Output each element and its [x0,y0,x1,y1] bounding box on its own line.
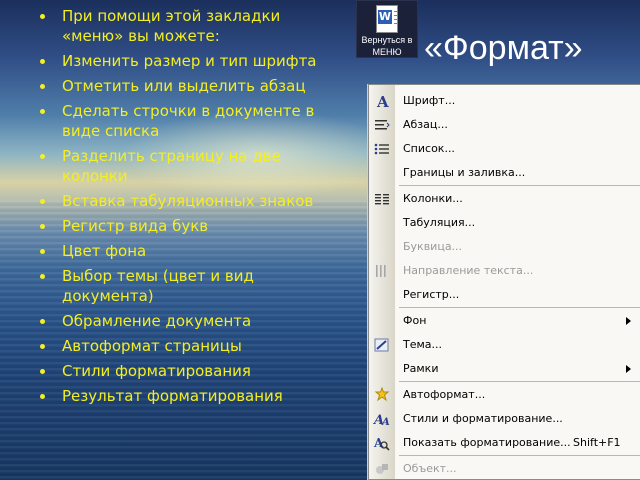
bullet-item: Стили форматирования [38,361,338,381]
bullet-dot [40,109,45,114]
menu-item-paragraph[interactable]: Абзац... [369,113,640,137]
paragraph-icon [373,117,391,133]
bullet-dot [40,344,45,349]
autoformat-icon [373,386,391,403]
menu-item-borders-shading[interactable]: Границы и заливка... [369,161,640,185]
svg-text:A: A [381,417,390,427]
bullet-dot [40,84,45,89]
menu-item-text-direction[interactable]: Направление текста... [369,259,640,283]
menu-item-theme[interactable]: Тема... [369,333,640,357]
menu-separator [399,307,640,308]
bullet-dot [40,224,45,229]
theme-icon [373,337,391,353]
bullet-item: Разделить страницу на две колонки [38,146,338,186]
bullet-item: Сделать строчки в документе в виде списк… [38,101,338,141]
menu-separator [399,455,640,456]
bullet-dot [40,14,45,19]
list-icon [373,141,391,157]
bullet-item: Обрамление документа [38,311,338,331]
menu-item-columns[interactable]: Колонки... [369,187,640,211]
bullet-item: Отметить или выделить абзац [38,76,338,96]
bullet-item: Выбор темы (цвет и вид документа) [38,266,338,306]
reveal-formatting-icon: A [373,435,391,451]
bullet-dot [40,249,45,254]
menu-item-reveal-formatting[interactable]: A Показать форматирование... Shift+F1 [369,431,640,455]
menu-item-styles-formatting[interactable]: AA Стили и форматирование... [369,407,640,431]
format-menu: A Шрифт... Абзац... Список... Границы и … [368,84,640,480]
word-document-icon: W [376,5,398,33]
menu-item-object[interactable]: Объект... [369,457,640,479]
bullet-list: При помощи этой закладки «меню» вы может… [38,6,338,411]
bullet-item: Результат форматирования [38,386,338,406]
menu-item-background[interactable]: Фон [369,309,640,333]
bullet-dot [40,394,45,399]
bullet-item: Изменить размер и тип шрифта [38,51,338,71]
menu-item-font[interactable]: A Шрифт... [369,89,640,113]
back-to-menu-button[interactable]: W Вернуться в МЕНЮ [356,0,418,58]
back-button-label-line2: МЕНЮ [372,47,402,57]
bullet-dot [40,154,45,159]
menu-item-frames[interactable]: Рамки [369,357,640,381]
menu-separator [399,185,640,186]
menu-item-autoformat[interactable]: Автоформат... [369,383,640,407]
menu-item-tabs[interactable]: Табуляция... [369,211,640,235]
svg-text:A: A [376,93,389,109]
submenu-arrow-icon [626,317,631,325]
bullet-dot [40,59,45,64]
bullet-item: Автоформат страницы [38,336,338,356]
columns-icon [373,191,391,207]
bullet-item: Регистр вида букв [38,216,338,236]
bullet-item: Цвет фона [38,241,338,261]
menu-item-drop-cap[interactable]: Буквица... [369,235,640,259]
menu-item-list[interactable]: Список... [369,137,640,161]
submenu-arrow-icon [626,365,631,373]
styles-icon: AA [372,411,391,428]
menu-item-change-case[interactable]: Регистр... [369,283,640,307]
bullet-dot [40,369,45,374]
bullet-item: При помощи этой закладки «меню» вы может… [38,6,338,46]
bullet-item: Вставка табуляционных знаков [38,191,338,211]
page-title: «Формат» [424,29,583,67]
bullet-dot [40,274,45,279]
shortcut-label: Shift+F1 [573,436,621,449]
object-icon [373,461,391,477]
font-icon: A [373,93,391,111]
bullet-dot [40,199,45,204]
back-button-label-line1: Вернуться в [361,35,413,45]
bullet-dot [40,319,45,324]
text-direction-icon [373,263,391,279]
menu-separator [399,381,640,382]
